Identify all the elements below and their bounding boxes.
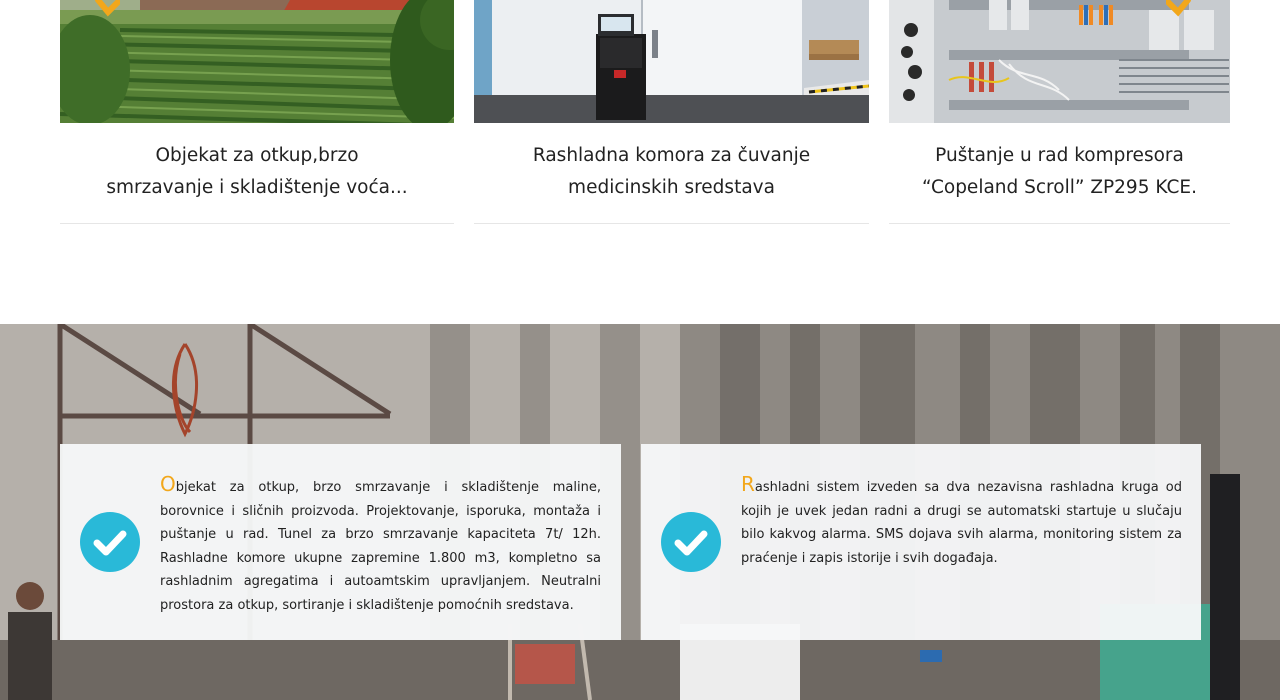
chevron-left-icon[interactable] xyxy=(94,0,123,18)
project-title[interactable]: Rashladna komora za čuvanje medicinskih … xyxy=(474,140,869,204)
check-circle-icon xyxy=(80,512,140,572)
check-circle-icon xyxy=(661,512,721,572)
feature-description: Rashladni sistem izveden sa dva nezavisn… xyxy=(741,472,1182,566)
chevron-right-icon[interactable] xyxy=(1163,0,1192,18)
card-divider xyxy=(474,223,869,224)
project-image-cold-room[interactable] xyxy=(474,0,869,123)
dropcap-letter: R xyxy=(741,472,755,496)
project-image-electrical-panel[interactable] xyxy=(889,0,1230,123)
features-section: Objekat za otkup, brzo smrzavanje i skla… xyxy=(0,324,1280,700)
project-title[interactable]: Objekat za otkup,brzo smrzavanje i sklad… xyxy=(60,140,454,204)
project-image-orchard[interactable] xyxy=(60,0,454,123)
dropcap-letter: O xyxy=(160,472,176,496)
feature-card: Objekat za otkup, brzo smrzavanje i skla… xyxy=(60,444,621,640)
feature-description: Objekat za otkup, brzo smrzavanje i skla… xyxy=(160,472,601,613)
feature-card: Rashladni sistem izveden sa dva nezavisn… xyxy=(641,444,1201,640)
project-title[interactable]: Puštanje u rad kompresora “Copeland Scro… xyxy=(889,140,1230,204)
card-divider xyxy=(889,223,1230,224)
project-carousel: Objekat za otkup,brzo smrzavanje i sklad… xyxy=(0,0,1280,324)
card-divider xyxy=(60,223,454,224)
